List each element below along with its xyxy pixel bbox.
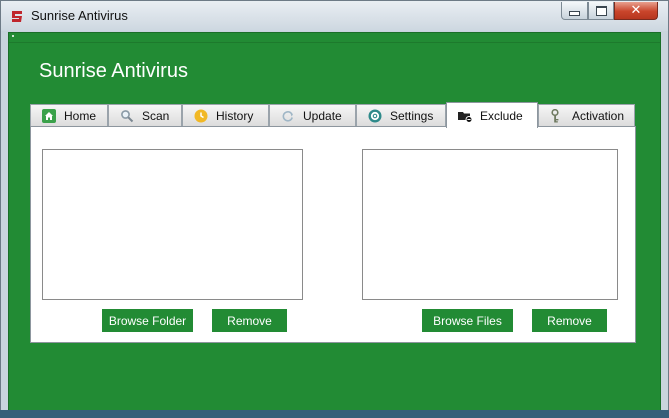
- history-icon: [194, 109, 208, 122]
- folder-remove-icon: [458, 111, 472, 123]
- tab-label: Settings: [390, 108, 434, 123]
- tab-label: History: [216, 108, 254, 123]
- minimize-button[interactable]: [561, 2, 588, 20]
- desktop-background: [0, 410, 669, 418]
- corner-marker: [12, 35, 14, 37]
- tab-update[interactable]: Update: [269, 104, 356, 126]
- tab-label: Activation: [572, 108, 625, 123]
- exclude-panel: Browse Folder Remove Browse Files Remove: [30, 126, 636, 343]
- browse-files-button[interactable]: Browse Files: [422, 309, 513, 332]
- app-window: Sunrise Antivirus ✕ Sunrise Antivirus Ho…: [0, 0, 669, 418]
- tab-settings[interactable]: Settings: [356, 104, 446, 126]
- close-button[interactable]: ✕: [614, 2, 658, 20]
- window-title: Sunrise Antivirus: [31, 8, 128, 23]
- tab-exclude[interactable]: Exclude: [446, 102, 538, 128]
- tab-home[interactable]: Home: [30, 104, 108, 126]
- app-client-area: Sunrise Antivirus Home Scan History Upda…: [8, 32, 661, 412]
- gear-icon: [368, 109, 382, 122]
- remove-folder-button[interactable]: Remove: [212, 309, 287, 332]
- tab-label: Update: [303, 108, 342, 123]
- tab-history[interactable]: History: [182, 104, 269, 126]
- tab-label: Home: [64, 108, 97, 123]
- home-icon: [42, 108, 56, 123]
- excluded-folders-list[interactable]: [42, 149, 303, 300]
- update-icon: [282, 110, 293, 122]
- header-divider: [9, 42, 660, 43]
- app-logo-icon: [12, 11, 22, 22]
- tab-activation[interactable]: Activation: [538, 104, 635, 126]
- minimize-icon: [569, 11, 580, 16]
- search-icon: [121, 109, 134, 122]
- maximize-icon: [595, 5, 607, 16]
- excluded-files-list[interactable]: [362, 149, 618, 300]
- remove-file-button[interactable]: Remove: [532, 309, 607, 332]
- tab-label: Scan: [142, 108, 170, 123]
- key-icon: [551, 108, 559, 122]
- maximize-button[interactable]: [588, 2, 614, 20]
- close-icon: ✕: [630, 3, 642, 18]
- tab-scan[interactable]: Scan: [108, 104, 182, 126]
- tab-label: Exclude: [480, 108, 523, 123]
- browse-folder-button[interactable]: Browse Folder: [102, 309, 193, 332]
- app-heading: Sunrise Antivirus: [39, 60, 188, 82]
- title-bar[interactable]: Sunrise Antivirus ✕: [1, 1, 668, 31]
